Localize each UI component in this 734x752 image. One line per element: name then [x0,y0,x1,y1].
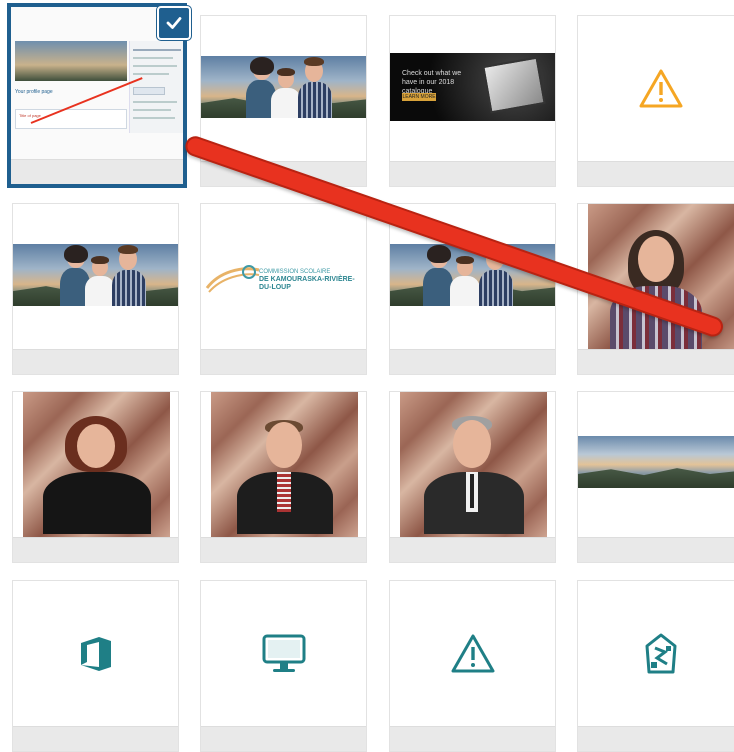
tile-footer [11,159,183,184]
tile-footer [201,537,366,562]
monitor-icon [262,634,305,672]
tile-landscape[interactable] [577,391,734,563]
tile-footer [578,161,734,186]
catalogue-ad-image: Check out what we have in our 2018 catal… [390,53,555,121]
media-grid: Your profile page Title of page Check ou… [0,0,734,752]
ad-text: Check out what we have in our 2018 catal… [402,70,462,95]
warning-icon [639,69,682,108]
portrait-image [211,392,358,538]
tile-warning-2[interactable] [389,580,556,752]
tile-footer [578,726,734,751]
mini-field: Title of page [19,113,41,118]
mini-field-box: Title of page [15,109,127,129]
family-banner-image [13,244,178,306]
tile-footer [390,537,555,562]
portrait-image [23,392,170,538]
tile-footer [201,349,366,374]
ad-learn-more: LEARN MORE [402,93,436,101]
office-icon [80,637,111,671]
tile-warning-1[interactable] [577,15,734,187]
ad-book-cover [482,56,546,114]
tile-footer [201,726,366,751]
tile-office-icon[interactable] [12,580,179,752]
tile-ad-catalogue[interactable]: Check out what we have in our 2018 catal… [389,15,556,187]
warning-icon [451,634,494,673]
logo-line2: DE KAMOURASKA-RIVIÈRE-DU-LOUP [259,276,355,291]
tile-logo-commission[interactable]: COMMISSION SCOLAIRE DE KAMOURASKA-RIVIÈR… [200,203,367,375]
logo-line1: COMMISSION SCOLAIRE [259,269,331,275]
mini-sidebar [129,41,183,133]
family-banner-image [201,56,366,118]
tile-footer [578,349,734,374]
tile-portrait-man-2[interactable] [389,391,556,563]
tile-portrait-man-1[interactable] [200,391,367,563]
selected-check-icon[interactable] [157,6,191,40]
tile-footer [13,726,178,751]
tile-footer [578,537,734,562]
tile-monitor-icon[interactable] [200,580,367,752]
mini-banner [15,41,127,81]
tile-banner-family-2[interactable] [12,203,179,375]
logo-swoosh-icon [205,265,260,293]
tile-footer [390,349,555,374]
broken-house-icon [645,633,676,674]
mini-title: Your profile page [15,89,53,95]
landscape-image [578,436,734,488]
portrait-image [400,392,547,538]
commission-logo: COMMISSION SCOLAIRE DE KAMOURASKA-RIVIÈR… [201,204,366,350]
tile-house-icon[interactable] [577,580,734,752]
tile-footer [390,726,555,751]
tile-footer [13,349,178,374]
tile-footer [13,537,178,562]
tile-portrait-woman-2[interactable] [12,391,179,563]
tile-footer [390,161,555,186]
